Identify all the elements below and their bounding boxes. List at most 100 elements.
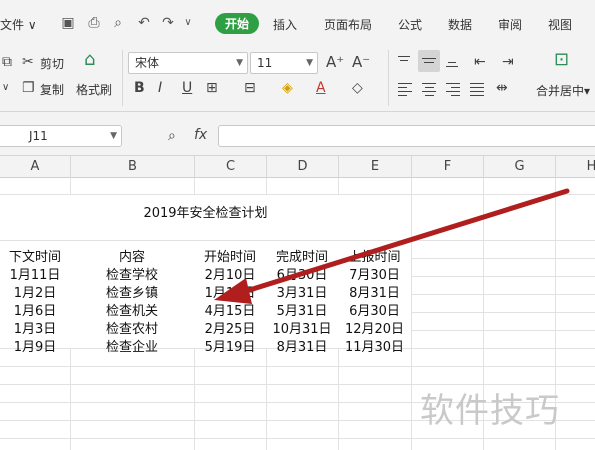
- table-cell[interactable]: 1月10日: [194, 285, 266, 303]
- table-cell[interactable]: 2月10日: [194, 267, 266, 285]
- table-cell[interactable]: 1月9日: [0, 339, 70, 357]
- table-cell[interactable]: 4月15日: [194, 303, 266, 321]
- copy-button[interactable]: 复制: [40, 81, 64, 98]
- border-icon[interactable]: ⊞: [206, 80, 218, 96]
- column-header-a[interactable]: A: [0, 156, 71, 178]
- copy-icon: ❐: [22, 80, 35, 96]
- decrease-font-icon[interactable]: A⁻: [352, 54, 370, 70]
- align-top-button[interactable]: [394, 50, 416, 72]
- ribbon-divider: [122, 50, 123, 106]
- align-bottom-button[interactable]: [442, 50, 464, 72]
- quick-access-dropdown-icon[interactable]: ∨: [180, 15, 196, 31]
- table-cell[interactable]: 12月20日: [338, 321, 411, 339]
- watermark: 软件技巧: [420, 391, 560, 431]
- format-painter-button[interactable]: 格式刷: [76, 81, 112, 98]
- font-size-select[interactable]: 11 ▼: [250, 52, 318, 74]
- align-middle-button[interactable]: [418, 50, 440, 72]
- align-right-button[interactable]: [442, 78, 464, 100]
- fill-color-icon[interactable]: ◈: [282, 80, 293, 96]
- table-cell[interactable]: 7月30日: [338, 267, 411, 285]
- increase-indent-icon[interactable]: ⇥: [502, 54, 514, 70]
- menu-bar: 文件 ∨ ▣ ⎙ ⌕ ↶ ↷ ∨ 开始 插入 页面布局 公式 数据 审阅 视图: [0, 0, 595, 46]
- table-header: 开始时间: [203, 250, 256, 265]
- decrease-indent-icon[interactable]: ⇤: [474, 54, 486, 70]
- distributed-align-icon[interactable]: ⇹: [496, 80, 508, 96]
- ribbon-divider: [388, 50, 389, 106]
- column-header-h[interactable]: H: [556, 156, 595, 178]
- table-cell[interactable]: 2月25日: [194, 321, 266, 339]
- table-header: 上报时间: [348, 250, 401, 265]
- cut-button[interactable]: 剪切: [40, 55, 64, 72]
- table-header: 完成时间: [275, 250, 328, 265]
- font-name-select[interactable]: 宋体 ▼: [128, 52, 248, 74]
- bold-icon[interactable]: B: [134, 80, 145, 96]
- spreadsheet-window: 文件 ∨ ▣ ⎙ ⌕ ↶ ↷ ∨ 开始 插入 页面布局 公式 数据 审阅 视图 …: [0, 0, 595, 450]
- increase-font-icon[interactable]: A⁺: [326, 54, 344, 70]
- tab-review[interactable]: 审阅: [498, 16, 522, 33]
- table-cell[interactable]: 检查学校: [70, 267, 194, 285]
- table-cell[interactable]: 检查机关: [70, 303, 194, 321]
- underline-icon[interactable]: U: [182, 80, 192, 96]
- ribbon-toolbar: ⧉ ∨ ✂ 剪切 ❐ 复制 ⌂ 格式刷 宋体 ▼ 11 ▼ A⁺ A⁻ B I U …: [0, 46, 595, 112]
- tab-page-layout[interactable]: 页面布局: [324, 16, 372, 33]
- tab-data[interactable]: 数据: [448, 16, 472, 33]
- paste-icon[interactable]: ⧉: [2, 54, 12, 70]
- print-icon[interactable]: ⎙: [86, 15, 102, 31]
- merge-cells-icon: ⊡: [554, 49, 570, 70]
- name-box[interactable]: J11 ▼: [0, 125, 122, 147]
- justify-button[interactable]: [466, 78, 488, 100]
- save-icon[interactable]: ▣: [60, 15, 76, 31]
- column-headers: A B C D E F G H: [0, 156, 595, 178]
- redo-icon[interactable]: ↷: [160, 15, 176, 31]
- font-color-icon[interactable]: A: [316, 80, 326, 96]
- clear-format-icon[interactable]: ◇: [352, 80, 363, 96]
- table-header: 下文时间: [8, 250, 61, 265]
- table-cell[interactable]: 5月19日: [194, 339, 266, 357]
- column-header-g[interactable]: G: [484, 156, 556, 178]
- print-preview-icon[interactable]: ⌕: [110, 15, 126, 31]
- table-cell[interactable]: 6月30日: [266, 267, 338, 285]
- align-center-button[interactable]: [418, 78, 440, 100]
- zoom-search-icon[interactable]: ⌕: [168, 128, 176, 144]
- table-cell[interactable]: 检查乡镇: [70, 285, 194, 303]
- tab-view[interactable]: 视图: [548, 16, 572, 33]
- scissors-icon: ✂: [22, 54, 34, 70]
- table-cell[interactable]: 1月6日: [0, 303, 70, 321]
- formula-bar: J11 ▼ ⌕ fx: [0, 112, 595, 156]
- tab-home[interactable]: 开始: [215, 13, 260, 34]
- column-header-c[interactable]: C: [195, 156, 267, 178]
- table-cell[interactable]: 1月3日: [0, 321, 70, 339]
- italic-icon[interactable]: I: [158, 80, 162, 96]
- function-icon[interactable]: fx: [194, 127, 207, 143]
- grid-line: [0, 366, 595, 367]
- column-header-e[interactable]: E: [339, 156, 412, 178]
- table-cell[interactable]: 11月30日: [338, 339, 411, 357]
- merge-center-button[interactable]: 合并居中▾: [536, 82, 590, 99]
- name-box-dropdown-icon[interactable]: ▼: [110, 126, 117, 146]
- table-cell[interactable]: 10月31日: [266, 321, 338, 339]
- column-header-b[interactable]: B: [71, 156, 195, 178]
- formula-input[interactable]: [218, 125, 595, 147]
- table-cell[interactable]: 检查农村: [70, 321, 194, 339]
- table-cell[interactable]: 1月2日: [0, 285, 70, 303]
- table-cell[interactable]: 1月11日: [0, 267, 70, 285]
- table-cell[interactable]: 检查企业: [70, 339, 194, 357]
- undo-icon[interactable]: ↶: [136, 15, 152, 31]
- tab-insert[interactable]: 插入: [273, 16, 297, 33]
- column-header-d[interactable]: D: [267, 156, 339, 178]
- format-painter-icon: ⌂: [84, 49, 96, 70]
- file-menu[interactable]: 文件 ∨: [0, 16, 37, 33]
- column-header-f[interactable]: F: [412, 156, 484, 178]
- table-cell[interactable]: 8月31日: [338, 285, 411, 303]
- sheet-title: 2019年安全检查计划: [143, 206, 268, 221]
- paste-dropdown-icon[interactable]: ∨: [2, 80, 9, 96]
- table-header: 内容: [118, 250, 145, 265]
- cell-style-icon[interactable]: ⊟: [244, 80, 256, 96]
- table-cell[interactable]: 5月31日: [266, 303, 338, 321]
- table-cell[interactable]: 3月31日: [266, 285, 338, 303]
- grid-line: [0, 438, 595, 439]
- table-cell[interactable]: 8月31日: [266, 339, 338, 357]
- table-cell[interactable]: 6月30日: [338, 303, 411, 321]
- align-left-button[interactable]: [394, 78, 416, 100]
- tab-formulas[interactable]: 公式: [398, 16, 422, 33]
